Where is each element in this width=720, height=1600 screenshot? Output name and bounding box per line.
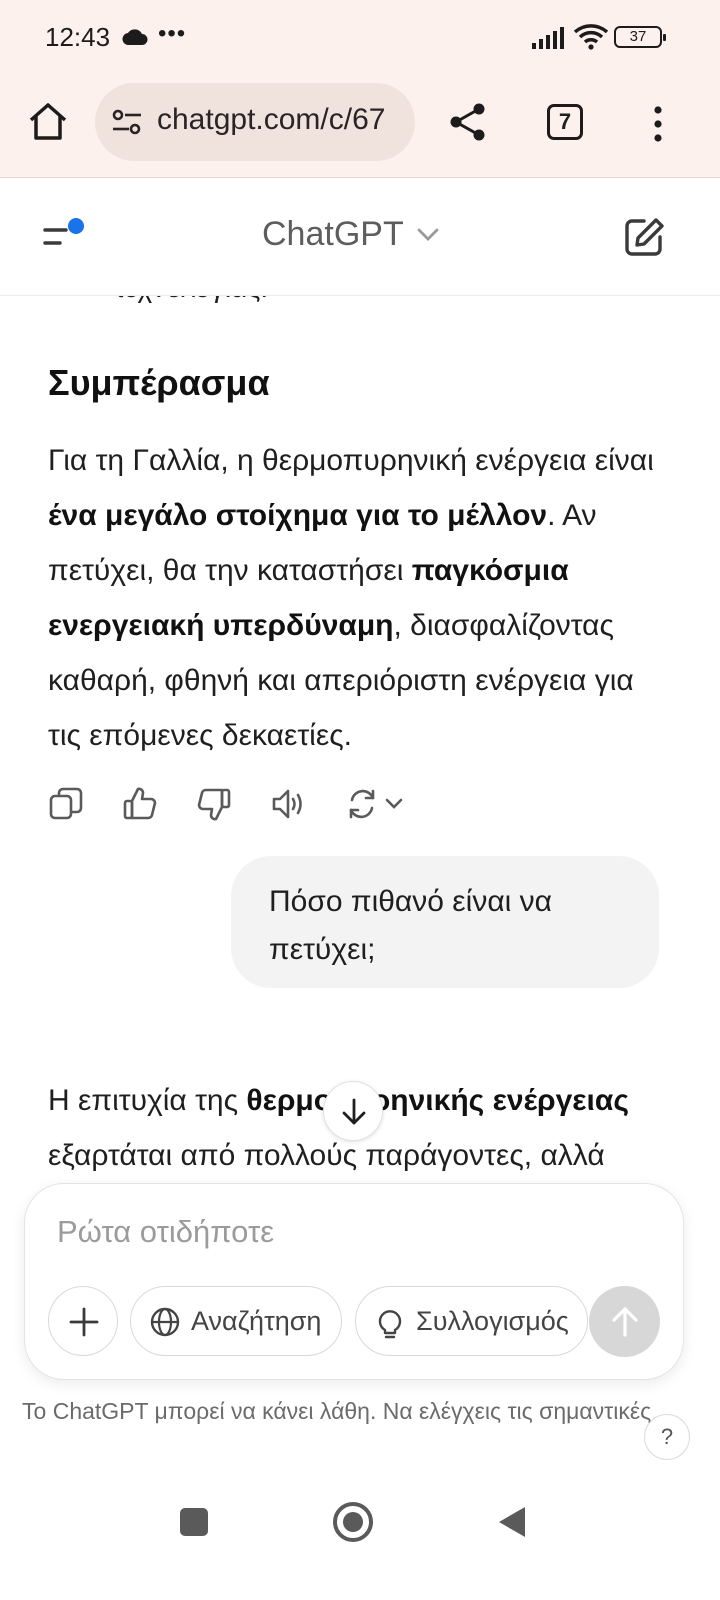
- answer-bold: θερμοπυρηνικής ενέργειας: [246, 1084, 629, 1117]
- sidebar-icon[interactable]: [42, 217, 92, 257]
- system-nav-bar: [0, 1470, 720, 1600]
- attach-button[interactable]: [48, 1286, 118, 1356]
- home-icon[interactable]: [26, 100, 70, 144]
- arrow-up-icon: [612, 1307, 638, 1337]
- tabs-icon[interactable]: 7: [547, 104, 583, 140]
- answer-bold: ένα μεγάλο στοίχημα για το μέλλον: [48, 499, 548, 532]
- tune-icon[interactable]: [111, 109, 143, 140]
- thumbs-down-icon[interactable]: [196, 786, 232, 822]
- speaker-icon[interactable]: [270, 786, 306, 822]
- composer: Αναζήτηση Συλλογισμός: [24, 1183, 684, 1380]
- thumbs-up-icon[interactable]: [122, 786, 158, 822]
- home-nav-icon[interactable]: [333, 1502, 373, 1542]
- edit-icon[interactable]: [622, 215, 666, 259]
- more-vert-icon[interactable]: [646, 102, 670, 146]
- plus-icon: [69, 1307, 99, 1337]
- reason-label: Συλλογισμός: [416, 1306, 569, 1336]
- truncated-text: τεχνολογίας.: [114, 296, 268, 304]
- browser-toolbar: chatgpt.com/c/67 7: [0, 76, 720, 178]
- lightbulb-icon: [374, 1306, 406, 1347]
- url-bar[interactable]: chatgpt.com/c/67: [95, 83, 415, 161]
- battery-icon: 37: [614, 26, 666, 48]
- wifi-icon: [573, 24, 609, 55]
- chat-area[interactable]: τεχνολογίας. Συμπέρασμα Για τη Γαλλία, η…: [0, 296, 720, 1200]
- regenerate-icon[interactable]: [346, 786, 410, 822]
- search-label: Αναζήτηση: [191, 1306, 322, 1336]
- cloud-icon: [122, 28, 148, 51]
- user-message: Πόσο πιθανό είναι να πετύχει;: [231, 856, 659, 988]
- help-button[interactable]: ?: [644, 1414, 690, 1460]
- app-header: ChatGPT: [0, 179, 720, 296]
- answer-text: Για τη Γαλλία, η θερμοπυρηνική ενέργεια …: [48, 444, 654, 477]
- search-button[interactable]: Αναζήτηση: [130, 1286, 342, 1356]
- disclaimer: Το ChatGPT μπορεί να κάνει λάθη. Να ελέγ…: [22, 1398, 652, 1424]
- share-icon[interactable]: [446, 100, 490, 144]
- recents-icon[interactable]: [180, 1508, 208, 1536]
- send-button[interactable]: [589, 1286, 660, 1357]
- answer-text: εξαρτάται από πολλούς παράγοντες, αλλά: [48, 1139, 605, 1172]
- chevron-down-icon[interactable]: [416, 227, 440, 248]
- globe-icon: [149, 1306, 181, 1345]
- arrow-down-icon: [342, 1098, 366, 1125]
- answer-text: Η επιτυχία της: [48, 1084, 247, 1117]
- status-time: 12:43: [45, 22, 111, 52]
- back-icon[interactable]: [497, 1505, 527, 1544]
- app-title[interactable]: ChatGPT: [262, 215, 404, 254]
- scroll-down-button[interactable]: [323, 1081, 383, 1141]
- section-heading: Συμπέρασμα: [48, 362, 270, 403]
- status-bar: 12:43 ••• 37: [0, 0, 720, 76]
- url-text[interactable]: chatgpt.com/c/67: [157, 103, 401, 137]
- reason-button[interactable]: Συλλογισμός: [355, 1286, 588, 1356]
- prompt-input[interactable]: [57, 1212, 617, 1252]
- copy-icon[interactable]: [48, 786, 84, 822]
- status-more-dots: •••: [158, 20, 187, 47]
- assistant-message: Για τη Γαλλία, η θερμοπυρηνική ενέργεια …: [48, 433, 668, 763]
- signal-icon: [532, 27, 564, 54]
